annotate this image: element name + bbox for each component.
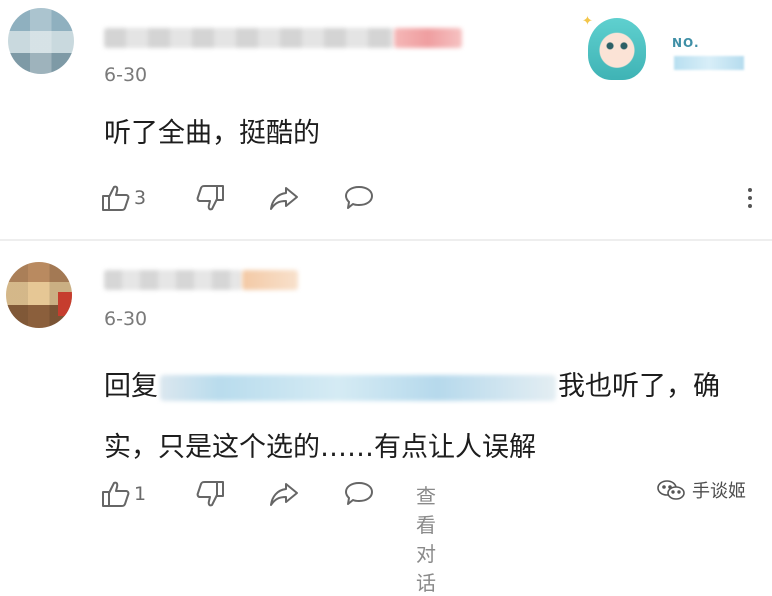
share-button[interactable] xyxy=(268,476,300,512)
watermark: 手谈姬 xyxy=(656,477,746,503)
thumbs-down-icon xyxy=(196,185,224,211)
username-blurred-tail xyxy=(242,270,298,290)
like-button[interactable]: 1 xyxy=(100,476,146,512)
sparkle-icon: ✦ xyxy=(582,14,593,29)
fan-badge[interactable]: ✦ NO. xyxy=(582,14,752,84)
like-count: 3 xyxy=(134,187,147,209)
share-arrow-icon xyxy=(270,187,298,210)
comment-item: ✦ NO. 6-30 听了全曲，挺酷的 3 xyxy=(0,0,772,240)
like-button[interactable]: 3 xyxy=(100,180,146,216)
reply-target-blurred[interactable] xyxy=(160,374,556,401)
username-blurred[interactable] xyxy=(104,28,394,48)
view-conversation-link[interactable]: 查看对话 xyxy=(416,480,436,596)
username-blurred[interactable] xyxy=(104,270,242,290)
more-vertical-icon[interactable] xyxy=(740,184,760,214)
thumbs-up-icon xyxy=(102,481,130,507)
thumbs-up-icon xyxy=(102,185,130,211)
wechat-icon xyxy=(657,480,685,500)
username-blurred-tail xyxy=(394,28,462,48)
badge-character-icon xyxy=(588,18,646,80)
speech-bubble-icon xyxy=(345,186,373,209)
reply-button[interactable] xyxy=(343,180,375,216)
thumbs-down-icon xyxy=(196,481,224,507)
share-arrow-icon xyxy=(270,483,298,506)
dislike-button[interactable] xyxy=(194,476,226,512)
like-count: 1 xyxy=(134,483,147,505)
avatar[interactable] xyxy=(6,262,72,328)
watermark-label: 手谈姬 xyxy=(692,481,746,502)
badge-number-label: NO. xyxy=(672,36,700,50)
comment-text: 听了全曲，挺酷的 xyxy=(104,118,320,149)
comment-date: 6-30 xyxy=(104,308,148,330)
dislike-button[interactable] xyxy=(194,180,226,216)
reply-button[interactable] xyxy=(343,476,375,512)
badge-number-blurred xyxy=(674,56,744,70)
speech-bubble-icon xyxy=(345,482,373,505)
comment-text: 回复 我也听了，确实，只是这个选的……有点让人误解 xyxy=(104,356,744,478)
avatar[interactable] xyxy=(8,8,74,74)
share-button[interactable] xyxy=(268,180,300,216)
comment-date: 6-30 xyxy=(104,64,148,86)
reply-prefix: 回复 xyxy=(104,371,158,402)
